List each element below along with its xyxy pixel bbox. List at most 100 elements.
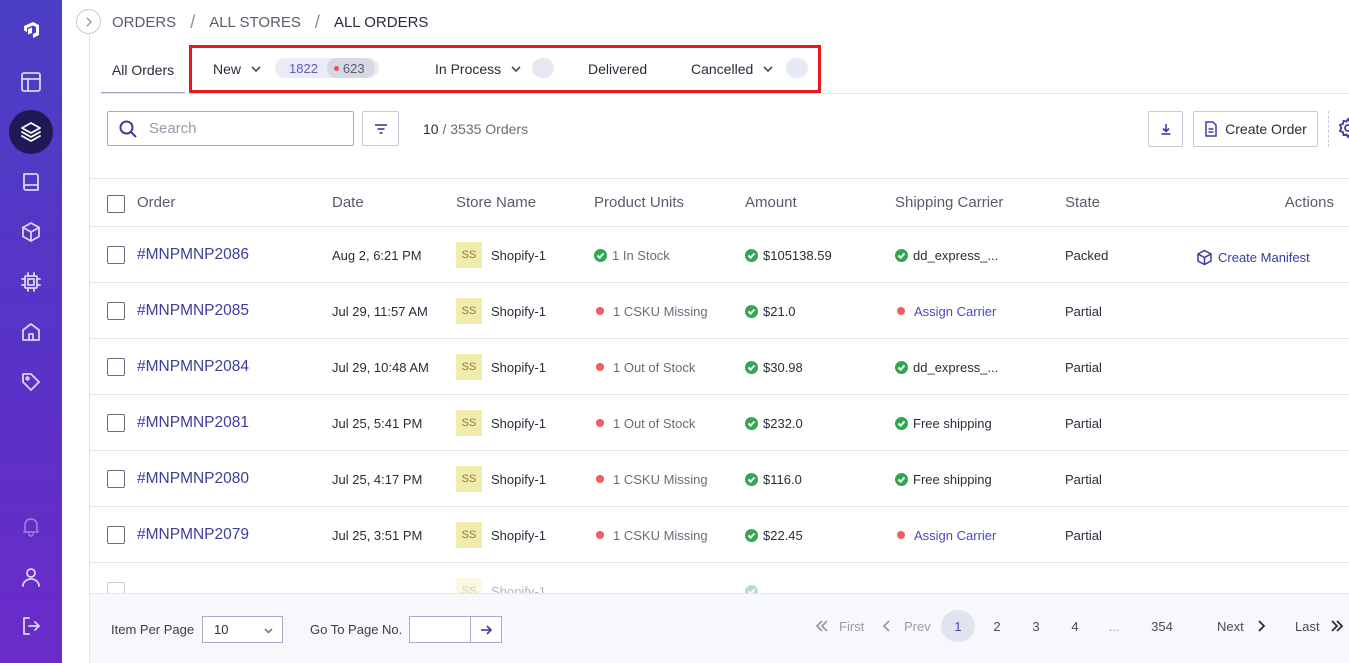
order-date: Jul 25, 5:41 PM: [332, 415, 423, 431]
page-number-button[interactable]: 4: [1058, 610, 1092, 642]
logo-icon[interactable]: [9, 8, 53, 52]
tab-in-process[interactable]: In Process: [435, 60, 521, 78]
breadcrumb-orders[interactable]: ORDERS: [112, 14, 176, 31]
goto-button[interactable]: [470, 617, 501, 642]
select-all-checkbox[interactable]: [107, 195, 125, 213]
store-avatar: SS: [456, 242, 482, 268]
last-page-button[interactable]: Last: [1295, 610, 1344, 642]
sidebar: [0, 0, 62, 663]
tab-new[interactable]: New: [213, 60, 261, 78]
product-units: 1 CSKU Missing: [613, 471, 708, 487]
table-row: #MNPMNP2079 Jul 25, 3:51 PM SS Shopify-1 1 C…: [90, 507, 1349, 563]
order-count: 10 / 3535 Orders: [423, 121, 528, 137]
search-box[interactable]: [107, 111, 354, 146]
error-dot-icon: [897, 531, 905, 539]
prev-page-button[interactable]: Prev: [880, 610, 931, 642]
check-circle-icon: [745, 248, 758, 262]
order-amount: $105138.59: [763, 247, 832, 263]
error-dot-icon: [596, 475, 604, 483]
row-checkbox[interactable]: [107, 526, 125, 544]
filter-icon: [374, 123, 387, 134]
tab-delivered[interactable]: Delivered: [588, 60, 647, 78]
table-row: #MNPMNP2080 Jul 25, 4:17 PM SS Shopify-1 1 C…: [90, 451, 1349, 507]
order-state: Packed: [1065, 247, 1109, 263]
search-icon: [119, 120, 137, 138]
order-link[interactable]: #MNPMNP2081: [137, 414, 249, 432]
header-state[interactable]: State: [1065, 194, 1100, 211]
order-link[interactable]: #MNPMNP2086: [137, 246, 249, 264]
check-circle-icon: [745, 584, 758, 593]
assign-carrier-link[interactable]: Assign Carrier: [914, 528, 996, 543]
row-checkbox[interactable]: [107, 246, 125, 264]
book-icon[interactable]: [9, 160, 53, 204]
row-checkbox[interactable]: [107, 302, 125, 320]
page-number-button[interactable]: 2: [980, 610, 1014, 642]
user-icon[interactable]: [9, 555, 53, 599]
page-number-button[interactable]: 354: [1145, 610, 1179, 642]
breadcrumb-separator: /: [314, 11, 320, 32]
header-order[interactable]: Order: [137, 194, 175, 211]
order-link[interactable]: #MNPMNP2080: [137, 470, 249, 488]
product-units: 1 Out of Stock: [613, 415, 696, 431]
header-store-name[interactable]: Store Name: [456, 194, 536, 211]
create-order-label: Create Order: [1225, 121, 1307, 137]
bell-icon[interactable]: [9, 504, 53, 548]
order-link[interactable]: #MNPMNP2084: [137, 358, 249, 376]
error-dot-icon: [596, 531, 604, 539]
header-shipping-carrier[interactable]: Shipping Carrier: [895, 194, 1003, 211]
store-name: Shopify-1: [491, 247, 546, 263]
next-page-button[interactable]: Next: [1217, 610, 1268, 642]
order-amount: $232.0: [763, 415, 803, 431]
tab-cancelled[interactable]: Cancelled: [691, 60, 773, 78]
create-order-button[interactable]: Create Order: [1193, 111, 1318, 147]
row-checkbox[interactable]: [107, 414, 125, 432]
per-page-select[interactable]: 10: [202, 616, 283, 643]
new-count-badge: 1822: [289, 60, 318, 76]
row-checkbox[interactable]: [107, 582, 125, 593]
search-input[interactable]: [149, 120, 349, 137]
home-icon[interactable]: [9, 310, 53, 354]
table-row: #MNPMNP2081 Jul 25, 5:41 PM SS Shopify-1 1 O…: [90, 395, 1349, 451]
tab-all-orders[interactable]: All Orders: [101, 47, 185, 94]
assign-carrier-link[interactable]: Assign Carrier: [914, 304, 996, 319]
page-number-button[interactable]: 3: [1019, 610, 1053, 642]
collapse-sidebar-button[interactable]: [76, 9, 101, 34]
store-avatar: SS: [456, 466, 482, 492]
tag-icon[interactable]: [9, 360, 53, 404]
layout-icon[interactable]: [9, 60, 53, 104]
filter-button[interactable]: [362, 111, 399, 146]
order-link[interactable]: #MNPMNP2085: [137, 302, 249, 320]
row-checkbox[interactable]: [107, 358, 125, 376]
box-icon[interactable]: [9, 210, 53, 254]
count-total: / 3535 Orders: [442, 121, 529, 137]
order-date: Aug 2, 6:21 PM: [332, 247, 422, 263]
breadcrumb-all-orders: ALL ORDERS: [333, 13, 429, 31]
logout-icon[interactable]: [9, 604, 53, 648]
check-circle-icon: [745, 304, 758, 318]
breadcrumb-all-stores[interactable]: ALL STORES: [209, 14, 301, 31]
error-dot-icon: [596, 363, 604, 371]
order-link[interactable]: #MNPMNP2079: [137, 526, 249, 544]
count-shown: 10: [423, 121, 439, 137]
header-date[interactable]: Date: [332, 194, 364, 211]
layers-icon[interactable]: [9, 110, 53, 154]
download-button[interactable]: [1148, 111, 1183, 147]
gear-icon: [1338, 117, 1349, 139]
create-manifest-button[interactable]: Create Manifest: [1196, 227, 1310, 283]
header-product-units[interactable]: Product Units: [594, 194, 684, 211]
box-icon: [1197, 249, 1212, 265]
goto-page-input[interactable]: [410, 617, 470, 642]
settings-button[interactable]: [1337, 117, 1349, 139]
store-name: Shopify-1: [491, 471, 546, 487]
chip-icon[interactable]: [9, 260, 53, 304]
page-number-button[interactable]: 1: [941, 610, 975, 642]
check-circle-icon: [745, 528, 758, 542]
row-checkbox[interactable]: [107, 470, 125, 488]
header-actions: Actions: [1284, 194, 1334, 211]
header-amount[interactable]: Amount: [745, 194, 797, 211]
order-amount: $116.0: [763, 471, 802, 487]
toolbar-divider: [1328, 111, 1329, 147]
first-page-button[interactable]: First: [815, 610, 864, 642]
next-label: Next: [1217, 618, 1244, 634]
store-name: Shopify-1: [491, 583, 546, 594]
